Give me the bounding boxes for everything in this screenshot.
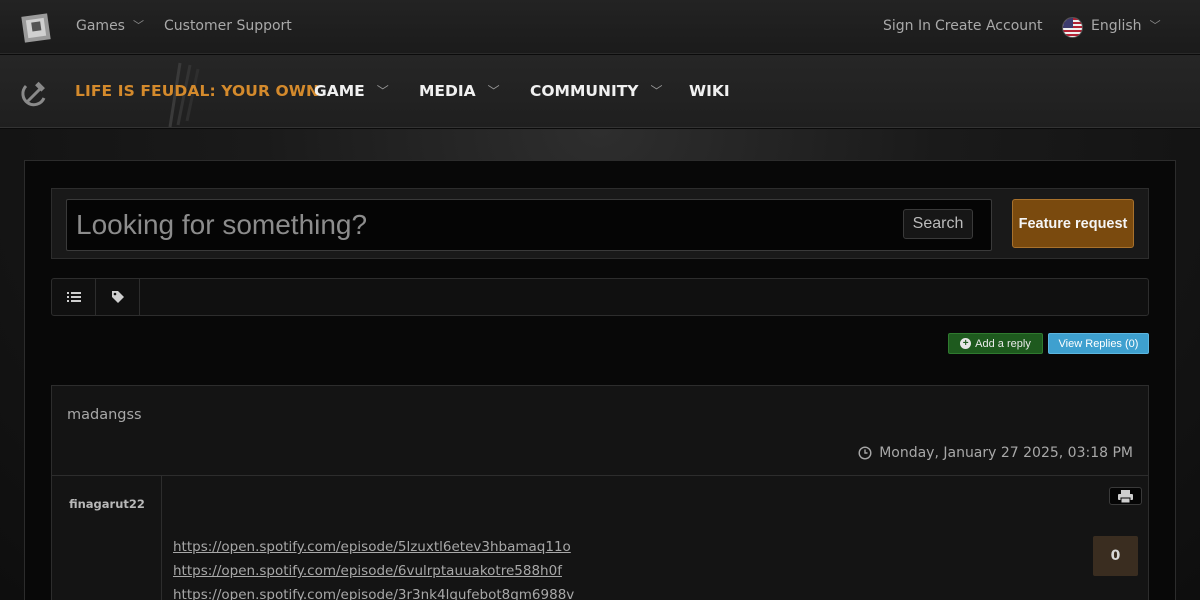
chevron-down-icon: ﹀ (132, 19, 144, 32)
hammer-sickle-icon[interactable] (20, 78, 50, 108)
feature-request-button[interactable]: Feature request (1012, 199, 1134, 248)
main-nav: LIFE IS FEUDAL: YOUR OWN GAME ﹀ MEDIA ﹀ CO… (0, 55, 1200, 128)
tag-icon (111, 291, 124, 303)
nav-game-label: GAME (314, 82, 365, 100)
nav-media[interactable]: MEDIA ﹀ (419, 82, 500, 100)
nav-wiki[interactable]: WIKI (689, 82, 730, 100)
print-button[interactable] (1109, 487, 1142, 505)
vote-count[interactable]: 0 (1093, 536, 1138, 576)
games-menu-label: Games (76, 18, 125, 34)
add-reply-label: Add a reply (975, 337, 1031, 350)
top-bar: Games ﹀ Customer Support Sign In Create A… (0, 0, 1200, 54)
chevron-down-icon: ﹀ (487, 84, 500, 98)
us-flag-icon (1062, 17, 1083, 38)
print-icon (1118, 489, 1133, 503)
post-title: madangss (67, 407, 142, 423)
game-logo-icon[interactable] (20, 12, 52, 44)
search-input[interactable] (76, 206, 886, 244)
add-reply-button[interactable]: + Add a reply (948, 333, 1043, 354)
search-button[interactable]: Search (903, 209, 973, 239)
nav-community[interactable]: COMMUNITY ﹀ (530, 82, 663, 100)
view-replies-button[interactable]: View Replies (0) (1048, 333, 1149, 354)
divider (52, 475, 1148, 476)
chevron-down-icon: ﹀ (650, 84, 663, 98)
nav-media-label: MEDIA (419, 82, 476, 100)
chevron-down-icon: ﹀ (1149, 19, 1161, 32)
clock-icon (858, 446, 872, 460)
nav-wiki-label: WIKI (689, 82, 730, 100)
chevron-down-icon: ﹀ (376, 84, 389, 98)
tags-button[interactable] (96, 279, 140, 315)
games-menu[interactable]: Games ﹀ (76, 18, 144, 34)
topic-toolbar (51, 278, 1149, 316)
post-link[interactable]: https://open.spotify.com/episode/3r3nk4l… (173, 587, 574, 600)
nav-community-label: COMMUNITY (530, 82, 639, 100)
plus-circle-icon: + (960, 338, 972, 349)
list-icon (66, 292, 81, 302)
list-view-button[interactable] (52, 279, 96, 315)
post-link[interactable]: https://open.spotify.com/episode/6vulrpt… (173, 563, 562, 579)
post-date: Monday, January 27 2025, 03:18 PM (858, 445, 1133, 461)
author-column (52, 476, 162, 600)
create-account-link[interactable]: Create Account (935, 18, 1043, 34)
customer-support-link[interactable]: Customer Support (164, 18, 292, 34)
language-label: English (1091, 18, 1142, 34)
brand-link[interactable]: LIFE IS FEUDAL: YOUR OWN (75, 82, 319, 100)
post-date-text: Monday, January 27 2025, 03:18 PM (879, 445, 1133, 461)
post-author[interactable]: finagarut22 (52, 497, 162, 511)
nav-game[interactable]: GAME ﹀ (314, 82, 389, 100)
sign-in-link[interactable]: Sign In (883, 18, 931, 34)
language-selector[interactable]: English ﹀ (1091, 18, 1161, 34)
post-link[interactable]: https://open.spotify.com/episode/5lzuxtl… (173, 539, 571, 555)
